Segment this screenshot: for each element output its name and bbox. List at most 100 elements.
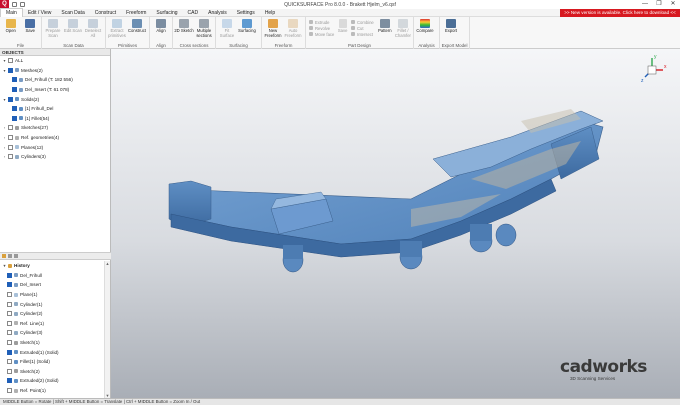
checkbox[interactable]: [7, 349, 12, 355]
history-item[interactable]: Cylinder(1): [0, 299, 104, 309]
menu-scan-data[interactable]: Scan Data: [56, 9, 89, 17]
layers-tab-icon[interactable]: [14, 254, 18, 258]
menu-surfacing[interactable]: Surfacing: [151, 9, 182, 17]
collapse-icon[interactable]: ▾: [2, 263, 7, 268]
quick-save-icon[interactable]: [12, 2, 17, 7]
checkbox[interactable]: [8, 144, 13, 150]
expand-icon[interactable]: ›: [2, 145, 7, 150]
history-item[interactable]: Sketch(2): [0, 367, 104, 377]
checkbox[interactable]: [7, 368, 12, 374]
menu-cad[interactable]: CAD: [183, 9, 204, 17]
history-item[interactable]: Sketch(1): [0, 338, 104, 348]
checkbox[interactable]: [8, 58, 13, 64]
tree-item-all[interactable]: ▾ ALL: [0, 56, 110, 66]
save-button[interactable]: Save: [21, 18, 41, 34]
tree-item-sketches[interactable]: › Sketches(27): [0, 123, 110, 133]
minimize-button[interactable]: —: [638, 0, 652, 9]
history-item[interactable]: Ref. Point(1): [0, 386, 104, 396]
checkbox[interactable]: [7, 340, 12, 346]
part-save-button[interactable]: Save: [336, 18, 349, 34]
move-face-button[interactable]: Move face: [309, 31, 334, 37]
checkbox[interactable]: [7, 359, 12, 365]
tree-item-solids[interactable]: ▾ Solids(2): [0, 94, 110, 104]
quick-undo-icon[interactable]: [20, 2, 25, 7]
checkbox[interactable]: [8, 67, 13, 73]
expand-icon[interactable]: ›: [2, 154, 7, 159]
history-item[interactable]: Plane(1): [0, 290, 104, 300]
tree-item-planes[interactable]: › Planes(12): [0, 142, 110, 152]
export-button[interactable]: Export: [441, 18, 461, 34]
fillet-chamfer-button[interactable]: Fillet / Chamfer: [394, 18, 412, 38]
checkbox[interactable]: [8, 96, 13, 102]
intersect-button[interactable]: Intersect: [351, 31, 374, 37]
multiple-sections-button[interactable]: Multiple sections: [194, 18, 214, 38]
tree-item-solid[interactable]: [1] Fillet(54): [0, 114, 110, 124]
extract-primitives-button[interactable]: Extract primitives: [107, 18, 127, 38]
expand-icon[interactable]: ›: [2, 125, 7, 130]
checkbox[interactable]: [7, 378, 12, 384]
checkbox[interactable]: [7, 388, 12, 394]
checkbox[interactable]: [8, 125, 13, 131]
history-tab-icon[interactable]: [2, 254, 6, 258]
tree-item-meshes[interactable]: ▾ Meshes(2): [0, 66, 110, 76]
history-header[interactable]: ▾ History: [0, 261, 104, 271]
tree-item-mesh[interactable]: Del_Insert (T: 61 078): [0, 85, 110, 95]
checkbox[interactable]: [12, 87, 17, 93]
new-freeform-button[interactable]: New Freeform: [263, 18, 283, 38]
expand-icon[interactable]: ›: [2, 135, 7, 140]
sketch-2d-button[interactable]: 2D Sketch: [174, 18, 194, 34]
checkbox[interactable]: [7, 301, 12, 307]
3d-viewport[interactable]: x y z cadworks 3D Scanning Services: [111, 49, 680, 398]
checkbox[interactable]: [8, 154, 13, 160]
history-item[interactable]: Cylinder(3): [0, 328, 104, 338]
checkbox[interactable]: [7, 311, 12, 317]
menu-main[interactable]: Main: [0, 8, 23, 17]
tree-tab-icon[interactable]: [8, 254, 12, 258]
align-button[interactable]: Align: [151, 18, 171, 34]
scroll-up-icon[interactable]: ▲: [105, 261, 110, 266]
menu-analysis[interactable]: Analysis: [203, 9, 232, 17]
history-scrollbar[interactable]: ▲ ▼: [104, 261, 110, 398]
bracket-model[interactable]: [168, 109, 604, 273]
collapse-icon[interactable]: ▾: [2, 58, 7, 63]
tree-item-cylinders[interactable]: › Cylinders(3): [0, 152, 110, 162]
checkbox[interactable]: [7, 330, 12, 336]
panel-splitter[interactable]: [0, 252, 111, 260]
history-item[interactable]: Del_Frihull: [0, 271, 104, 281]
fit-surface-button[interactable]: Fit Surface: [217, 18, 237, 38]
surfacing-button[interactable]: Surfacing: [237, 18, 257, 34]
tree-item-solid[interactable]: [1] Frihull_Del: [0, 104, 110, 114]
checkbox[interactable]: [7, 320, 12, 326]
collapse-icon[interactable]: ▾: [2, 97, 7, 102]
menu-help[interactable]: Help: [260, 9, 280, 17]
checkbox[interactable]: [12, 106, 17, 112]
checkbox[interactable]: [12, 77, 17, 83]
checkbox[interactable]: [7, 282, 12, 288]
history-item[interactable]: Del_Insert: [0, 280, 104, 290]
auto-freeform-button[interactable]: Auto Freeform: [283, 18, 303, 38]
pattern-button[interactable]: Pattern: [376, 18, 394, 34]
menu-construct[interactable]: Construct: [90, 9, 121, 17]
deselect-all-button[interactable]: Deselect All: [83, 18, 103, 38]
model-view[interactable]: x y z: [111, 49, 680, 398]
history-item[interactable]: Extruded(2) (Solid): [0, 376, 104, 386]
checkbox[interactable]: [8, 135, 13, 141]
collapse-icon[interactable]: ▾: [2, 68, 7, 73]
construct-button[interactable]: Construct: [127, 18, 147, 34]
close-button[interactable]: ✕: [666, 0, 680, 9]
tree-item-mesh[interactable]: Del_Frihull (T: 182 556): [0, 75, 110, 85]
compare-button[interactable]: Compare: [415, 18, 435, 34]
tree-item-ref-geometries[interactable]: › Ref. geometries(4): [0, 133, 110, 143]
menu-settings[interactable]: Settings: [232, 9, 260, 17]
menu-freeform[interactable]: Freeform: [121, 9, 151, 17]
history-item[interactable]: Fillet(1) (Solid): [0, 357, 104, 367]
checkbox[interactable]: [12, 115, 17, 121]
update-banner[interactable]: >> New version is available. Click here …: [560, 9, 680, 17]
checkbox[interactable]: [7, 292, 12, 298]
prepare-scan-button[interactable]: Prepare Scan: [43, 18, 63, 38]
open-button[interactable]: Open: [1, 18, 21, 34]
checkbox[interactable]: [7, 272, 12, 278]
history-item[interactable]: Extruded(1) (Solid): [0, 347, 104, 357]
menu-edit-view[interactable]: Edit / View: [23, 9, 57, 17]
history-item[interactable]: Cylinder(2): [0, 309, 104, 319]
